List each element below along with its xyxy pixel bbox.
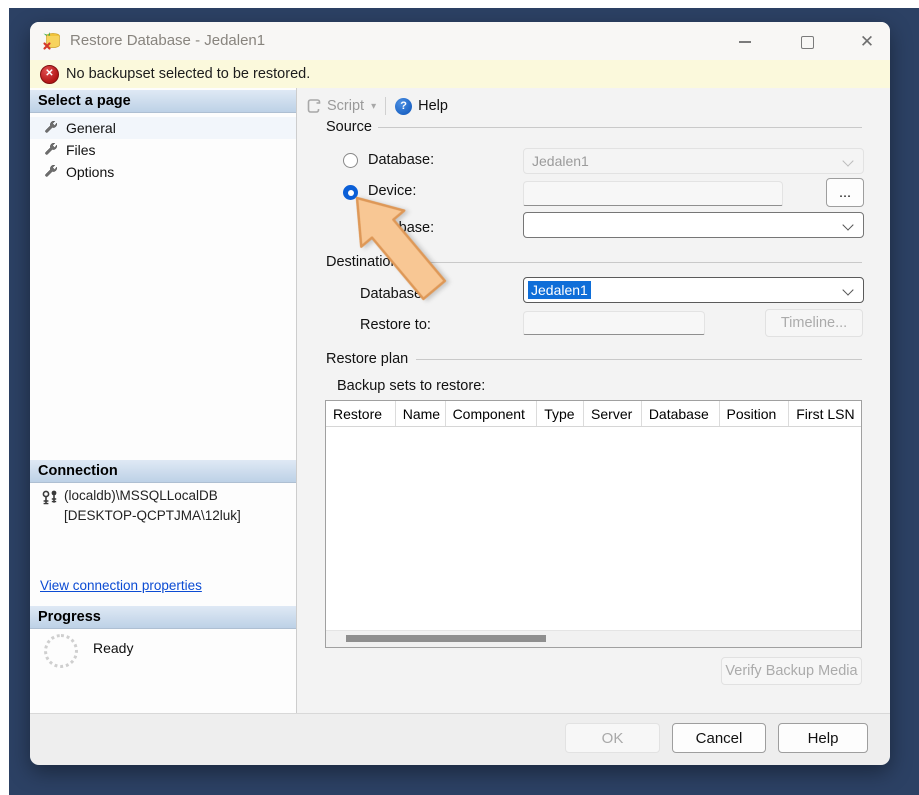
restore-database-icon [42, 31, 62, 51]
close-icon: ✕ [860, 32, 874, 52]
restore-plan-section-label: Restore plan [326, 351, 408, 367]
sidebar-item-files[interactable]: Files [30, 139, 296, 161]
destination-section-rule [412, 262, 862, 263]
source-database-combobox[interactable]: Jedalen1 [523, 148, 864, 174]
source-database-radio[interactable] [343, 153, 358, 168]
source-database2-combobox[interactable] [523, 212, 864, 238]
script-label: Script [327, 98, 364, 114]
restore-database-dialog: Restore Database - Jedalen1 ✕ ✕ No backu… [30, 22, 890, 764]
chevron-down-icon [842, 284, 853, 295]
chevron-down-icon: ▾ [371, 101, 376, 112]
select-a-page-header: Select a page [30, 90, 296, 113]
window-title: Restore Database - Jedalen1 [70, 32, 265, 49]
help-toolbar-button[interactable]: ? Help [395, 98, 448, 115]
script-icon [306, 98, 321, 114]
column-header-component[interactable]: Component [446, 401, 538, 426]
navigation-panel: Select a page General Files Options Conn… [30, 88, 297, 713]
column-header-database[interactable]: Database [642, 401, 720, 426]
chevron-down-icon [842, 219, 853, 230]
help-icon: ? [395, 98, 412, 115]
column-header-name[interactable]: Name [396, 401, 446, 426]
wrench-icon [44, 121, 58, 135]
close-button[interactable]: ✕ [850, 30, 884, 54]
wrench-icon [44, 165, 58, 179]
error-icon: ✕ [40, 65, 59, 84]
connection-server-info: (localdb)\MSSQLLocalDB [DESKTOP-QCPTJMA\… [64, 486, 241, 526]
source-section-label: Source [326, 119, 372, 135]
progress-header: Progress [30, 606, 296, 629]
restore-to-label: Restore to: [360, 317, 431, 333]
source-database2-label: Database: [368, 220, 434, 236]
sidebar-item-label: Files [66, 142, 96, 158]
help-label: Help [418, 98, 448, 114]
chevron-down-icon [842, 155, 853, 166]
page-toolbar: Script ▾ ? Help [297, 92, 448, 120]
help-button[interactable]: Help [778, 723, 868, 753]
sidebar-item-general[interactable]: General [30, 117, 296, 139]
source-database-value: Jedalen1 [532, 153, 589, 169]
browse-device-button[interactable]: ... [826, 178, 864, 207]
connection-server-line2: [DESKTOP-QCPTJMA\12luk] [64, 506, 241, 526]
wrench-icon [44, 143, 58, 157]
title-bar: Restore Database - Jedalen1 ✕ [30, 22, 890, 60]
maximize-icon [801, 36, 814, 49]
destination-database-label: Database: [360, 286, 426, 302]
verify-backup-media-button[interactable]: Verify Backup Media [721, 657, 862, 685]
minimize-icon [739, 41, 751, 43]
minimize-button[interactable] [728, 30, 762, 54]
cancel-button[interactable]: Cancel [672, 723, 766, 753]
validation-alert-bar: ✕ No backupset selected to be restored. [30, 60, 890, 89]
column-header-restore[interactable]: Restore [326, 401, 396, 426]
source-device-label: Device: [368, 183, 416, 199]
grid-header-row: Restore Name Component Type Server Datab… [326, 401, 861, 427]
restore-to-input[interactable] [523, 311, 705, 335]
restore-plan-section-rule [416, 359, 862, 360]
maximize-button[interactable] [790, 30, 824, 54]
destination-database-combobox[interactable]: Jedalen1 [523, 277, 864, 303]
timeline-button[interactable]: Timeline... [765, 309, 863, 337]
connection-header: Connection [30, 460, 296, 483]
sidebar-item-label: Options [66, 164, 114, 180]
server-connection-icon [40, 488, 60, 508]
column-header-position[interactable]: Position [720, 401, 790, 426]
progress-spinner-icon [44, 634, 78, 668]
sidebar-item-label: General [66, 120, 116, 136]
screenshot-stage: Restore Database - Jedalen1 ✕ ✕ No backu… [0, 0, 919, 795]
source-database-label: Database: [368, 152, 434, 168]
connection-server-line1: (localdb)\MSSQLLocalDB [64, 486, 241, 506]
alert-message: No backupset selected to be restored. [66, 66, 310, 82]
progress-status: Ready [93, 640, 133, 656]
sidebar-item-options[interactable]: Options [30, 161, 296, 183]
source-section-rule [378, 127, 862, 128]
backup-sets-grid: Restore Name Component Type Server Datab… [325, 400, 862, 648]
script-button[interactable]: Script ▾ [306, 98, 376, 114]
ok-button[interactable]: OK [565, 723, 660, 753]
column-header-type[interactable]: Type [537, 401, 584, 426]
horizontal-scrollbar[interactable] [326, 630, 861, 647]
column-header-first-lsn[interactable]: First LSN [789, 401, 861, 426]
footer-bar: OK Cancel Help [30, 713, 890, 765]
column-header-server[interactable]: Server [584, 401, 642, 426]
source-device-input[interactable] [523, 181, 783, 206]
scrollbar-thumb[interactable] [346, 635, 546, 642]
source-device-radio[interactable] [343, 185, 358, 200]
view-connection-properties-link[interactable]: View connection properties [40, 578, 202, 593]
destination-section-label: Destination [326, 254, 399, 270]
toolbar-divider [385, 97, 386, 115]
destination-database-value: Jedalen1 [528, 281, 591, 299]
backup-sets-label: Backup sets to restore: [337, 378, 485, 394]
